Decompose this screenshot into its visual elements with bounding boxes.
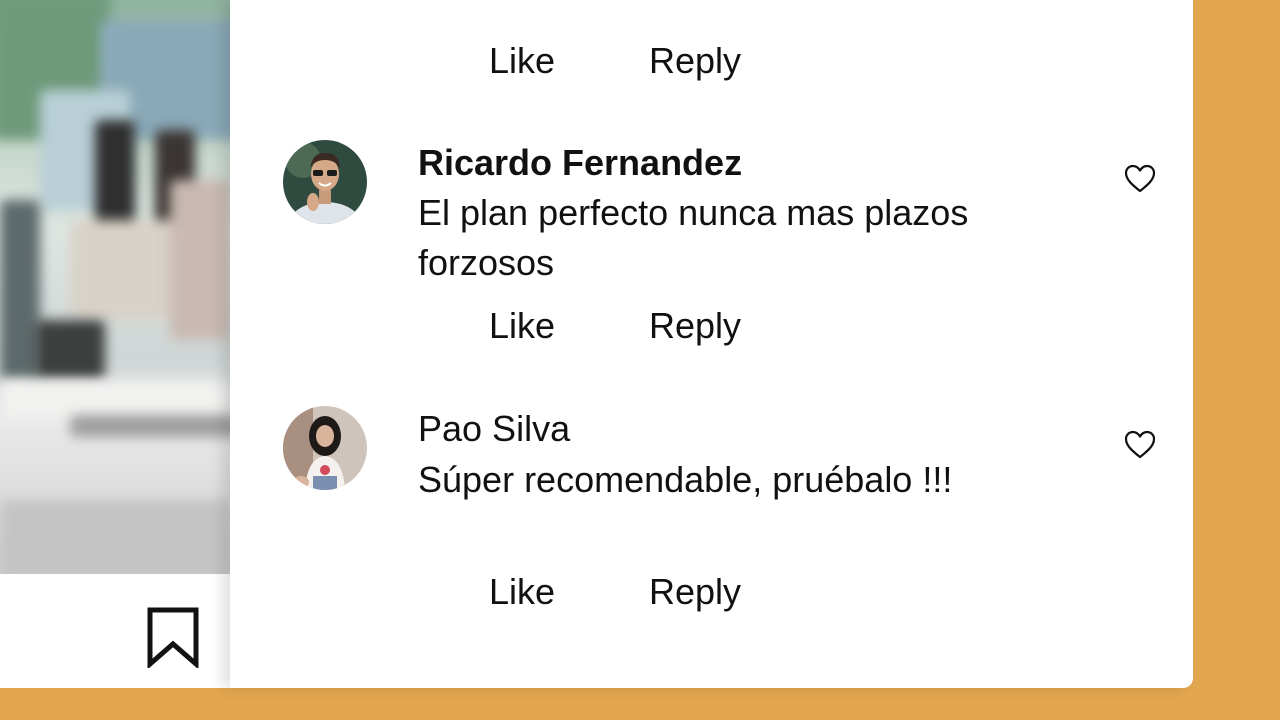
heart-outline-icon[interactable]	[1123, 162, 1157, 196]
post-photo	[0, 0, 230, 574]
reply-button[interactable]: Reply	[649, 306, 741, 346]
save-button[interactable]	[146, 606, 200, 670]
comment-text: El plan perfecto nunca mas plazos forzos…	[418, 192, 969, 283]
like-button[interactable]: Like	[489, 41, 555, 81]
comments-panel: Like Reply Ricardo Fernandez El plan per…	[230, 0, 1193, 688]
comment-author[interactable]: Ricardo Fernandez	[418, 139, 742, 187]
like-button[interactable]: Like	[489, 572, 555, 612]
like-button[interactable]: Like	[489, 306, 555, 346]
post-panel	[0, 0, 230, 688]
comment-author[interactable]: Pao Silva	[418, 405, 570, 453]
avatar[interactable]	[283, 406, 367, 490]
heart-outline-icon[interactable]	[1123, 428, 1157, 462]
comment-text: Súper recomendable, pruébalo !!!	[418, 459, 953, 500]
avatar[interactable]	[283, 140, 367, 224]
reply-button[interactable]: Reply	[649, 572, 741, 612]
reply-button[interactable]: Reply	[649, 41, 741, 81]
bookmark-icon	[147, 607, 199, 670]
